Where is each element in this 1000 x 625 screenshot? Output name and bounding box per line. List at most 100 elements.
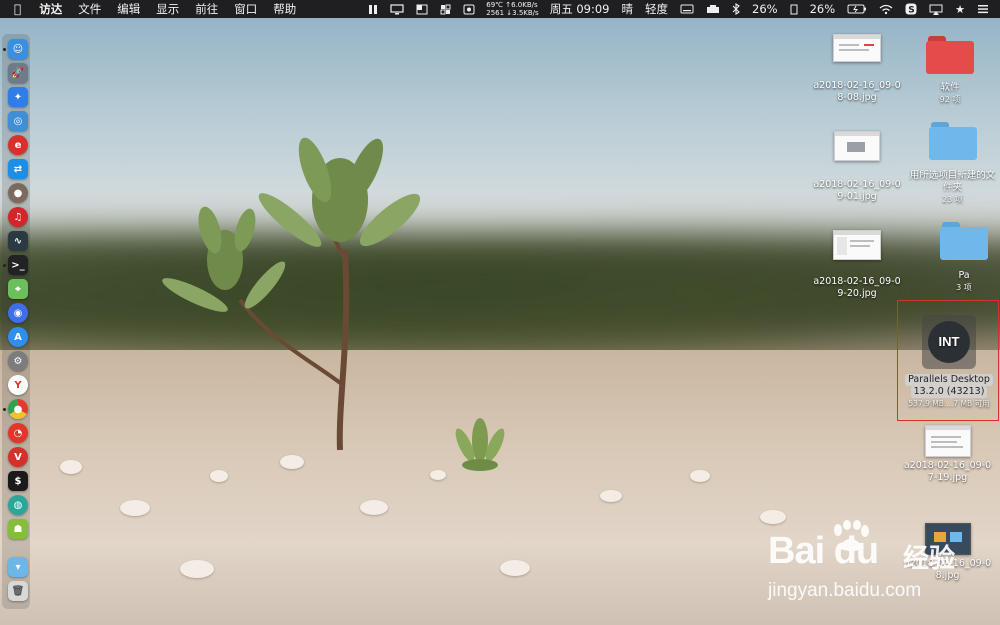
menu-help[interactable]: 帮助 (265, 0, 304, 18)
red-app-icon[interactable]: e (8, 135, 28, 155)
parallels-disk-image[interactable]: INT Parallels Desktop 13.2.0 (43213) 537… (900, 315, 998, 410)
volume-info: 537.9 MB....7 MB 可用 (908, 399, 990, 408)
file-name-line2: 7-19.jpg (927, 472, 968, 483)
wifi-icon[interactable] (874, 0, 898, 18)
pebble (600, 490, 622, 502)
battery-percent[interactable]: 26% (805, 0, 841, 18)
cpu-gauge-icon[interactable] (785, 0, 803, 18)
finder-icon[interactable]: ☺ (8, 39, 28, 59)
menu-bar-status: 69℃ ↑6.0KB/s 2561 ↓3.5KB/s 周五 09:09 晴 轻度… (363, 0, 994, 18)
image-thumbnail-icon (833, 34, 881, 62)
watermark-cn: 经验 (903, 544, 956, 574)
pebble (690, 470, 710, 482)
pebble (120, 500, 150, 516)
menu-bar:  访达 文件 编辑 显示 前往 窗口 帮助 69℃ ↑6.0KB/s 2561… (0, 0, 1000, 18)
airplay-icon[interactable] (924, 0, 948, 18)
desktop-file[interactable]: a2018-02-16_09-0 9-20.jpg (802, 230, 912, 300)
menu-go[interactable]: 前往 (187, 0, 226, 18)
folder-item-count: 3 项 (956, 283, 972, 292)
desktop-folder[interactable]: 软件 92 项 (910, 36, 990, 106)
folder-name-line2: 件夹 (942, 182, 962, 193)
window-layout-icon[interactable] (411, 0, 433, 18)
folder-item-count: 23 项 (942, 195, 963, 204)
display-icon[interactable] (385, 0, 409, 18)
file-name-line1: a2018-02-16_09-0 (813, 179, 901, 190)
dock: ☺ 🚀 ✦ ◎ e ⇄ ● ♫ ∿ >_ ⌖ ◉ A ⚙ Y ● ◔ V $ ◍… (2, 34, 30, 609)
system-preferences-icon[interactable]: ⚙ (8, 351, 28, 371)
file-name-line2: 8-08.jpg (837, 92, 877, 103)
launchpad-icon[interactable]: 🚀 (8, 63, 28, 83)
safari-icon[interactable]: ✦ (8, 87, 28, 107)
folder-icon (928, 122, 977, 160)
printer-icon[interactable] (701, 0, 725, 18)
pebble (500, 560, 530, 576)
teal-app-icon[interactable]: ◍ (8, 495, 28, 515)
image-thumbnail-icon (834, 131, 880, 161)
app-store-icon[interactable]: A (8, 327, 28, 347)
vivaldi-icon[interactable]: V (8, 447, 28, 467)
yandex-browser-icon[interactable]: Y (8, 375, 28, 395)
grid-app-icon[interactable] (435, 0, 456, 18)
fan-readout: 2561 (486, 9, 505, 17)
ball-app-icon[interactable]: ● (8, 183, 28, 203)
desktop-folder[interactable]: Pa 3 项 (924, 222, 1000, 294)
terminal-2-icon[interactable]: $ (8, 471, 28, 491)
folder-name: 软件 (940, 82, 960, 93)
teamviewer-icon[interactable]: ⇄ (8, 159, 28, 179)
svg-text:S: S (908, 5, 914, 15)
folder-icon (940, 222, 988, 260)
netease-music-icon[interactable]: ♫ (8, 207, 28, 227)
menu-app-name[interactable]: 访达 (31, 0, 70, 18)
menu-view[interactable]: 显示 (148, 0, 187, 18)
battery-icon[interactable] (842, 0, 872, 18)
pebble (360, 500, 388, 515)
desktop-folder[interactable]: 用所选项目新建的文 件夹 23 项 (905, 122, 1000, 206)
apple-menu-icon[interactable]:  (0, 0, 31, 18)
weather-label[interactable]: 晴 (617, 0, 639, 18)
file-name-line1: a2018-02-16_09-0 (813, 80, 901, 91)
cpu-percent[interactable]: 26% (747, 0, 783, 18)
clock[interactable]: 周五 09:09 (545, 0, 615, 18)
activity-monitor-icon[interactable]: ∿ (8, 231, 28, 251)
image-thumbnail-icon (833, 230, 881, 260)
downloads-folder-icon[interactable]: ▾ (8, 557, 28, 577)
pause-icon[interactable] (363, 0, 383, 18)
file-name-line2: 9-01.jpg (837, 191, 877, 202)
android-icon[interactable]: ☗ (8, 519, 28, 539)
screenshot-icon[interactable] (458, 0, 480, 18)
weibo-icon[interactable]: ◔ (8, 423, 28, 443)
star-icon[interactable]: ★ (950, 0, 970, 18)
menu-window[interactable]: 窗口 (226, 0, 265, 18)
running-indicator (3, 264, 6, 267)
red-folder-icon (926, 36, 974, 74)
plant-illustration (162, 137, 421, 451)
system-stats[interactable]: 69℃ ↑6.0KB/s 2561 ↓3.5KB/s (482, 0, 542, 18)
maps-icon[interactable]: ⌖ (8, 279, 28, 299)
weather-level[interactable]: 轻度 (640, 0, 673, 18)
desktop-file[interactable]: a2018-02-16_09-0 9-01.jpg (802, 131, 912, 203)
preview-icon[interactable]: ◎ (8, 111, 28, 131)
siri-icon[interactable]: ◉ (8, 303, 28, 323)
volume-name-line2: 13.2.0 (43213) (910, 386, 988, 398)
running-indicator (3, 48, 6, 51)
image-thumbnail-icon (924, 425, 971, 457)
file-name-line2: 9-20.jpg (837, 288, 877, 299)
menu-list-icon[interactable] (972, 0, 994, 18)
s-app-icon[interactable]: S (900, 0, 922, 18)
menu-edit[interactable]: 编辑 (109, 0, 148, 18)
bluetooth-icon[interactable] (727, 0, 745, 18)
disk-image-icon: INT (922, 315, 976, 369)
net-up-readout: ↑6.0KB/s (505, 1, 538, 9)
trash-icon[interactable]: 🗑 (8, 581, 28, 601)
chrome-icon[interactable]: ● (8, 399, 28, 419)
sprout-illustration (455, 418, 505, 471)
desktop-file[interactable]: a2018-02-16_09-0 7-19.jpg (895, 425, 1000, 484)
net-down-readout: ↓3.5KB/s (506, 9, 539, 17)
running-indicator (3, 408, 6, 411)
keyboard-icon[interactable] (675, 0, 699, 18)
desktop-file[interactable]: a2018-02-16_09-0 8-08.jpg (802, 34, 912, 104)
terminal-icon[interactable]: >_ (8, 255, 28, 275)
volume-name-line1: Parallels Desktop (905, 374, 993, 386)
menu-file[interactable]: 文件 (70, 0, 109, 18)
folder-name: Pa (958, 270, 970, 281)
